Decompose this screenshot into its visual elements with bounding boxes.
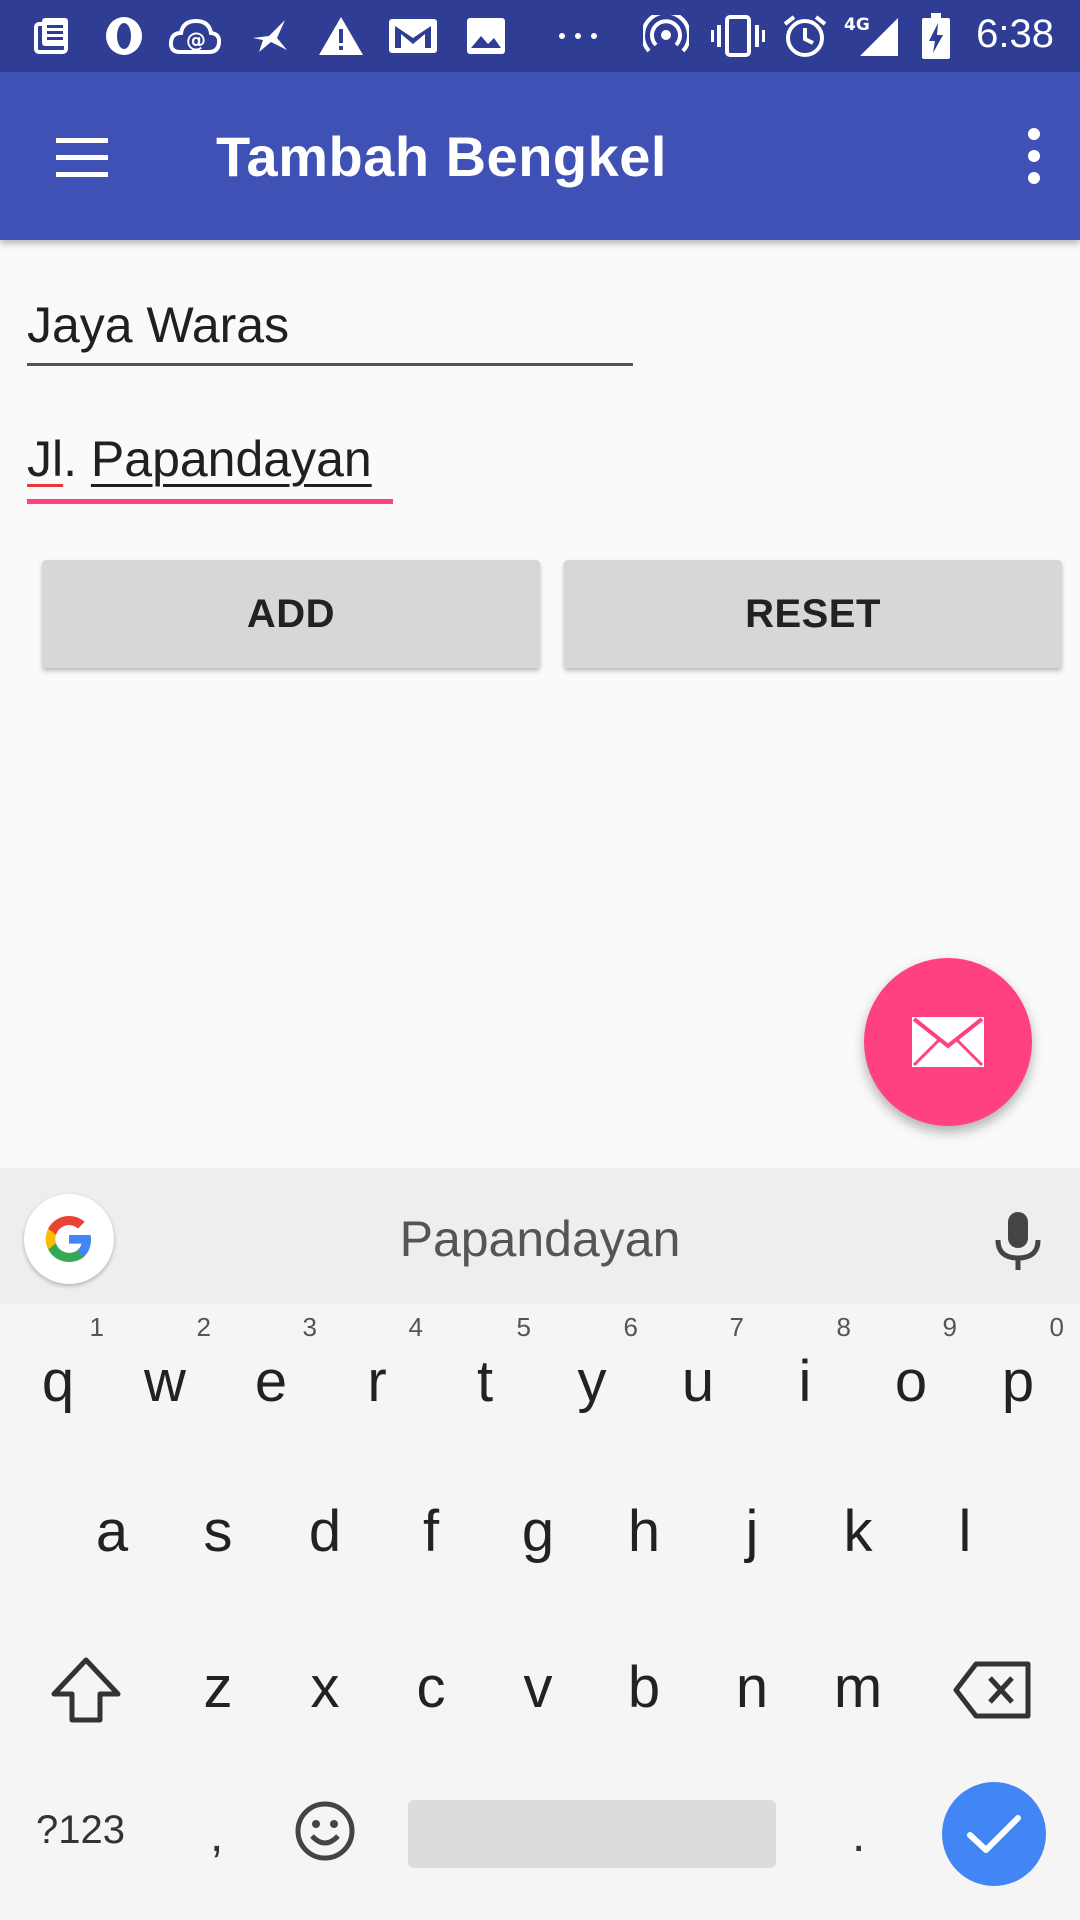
comma-key[interactable]: , [210,1808,223,1863]
cloud-icon: @ [168,14,222,58]
opera-icon [102,14,146,58]
backspace-key[interactable] [952,1660,1032,1720]
network-type-label: 4G [844,15,870,35]
period-key[interactable]: . [852,1808,865,1863]
key-s[interactable]: s [178,1498,258,1565]
status-bar: @ 4G 6:38 [0,0,1080,72]
key-e[interactable]: e3 [231,1312,317,1415]
svg-text:@: @ [186,28,206,52]
bengkel-address-field[interactable]: Jl. Papandayan [27,430,393,504]
emoji-key[interactable] [294,1800,356,1862]
key-y[interactable]: y6 [552,1312,639,1415]
vibrate-icon [710,14,766,58]
mail-icon [912,1017,984,1067]
overflow-menu-icon[interactable] [1018,128,1050,184]
hamburger-menu-icon[interactable] [52,136,112,180]
more-dots-icon [556,14,600,58]
news-icon [30,14,74,58]
bird-icon [248,14,292,58]
key-m[interactable]: m [818,1654,898,1721]
space-key[interactable] [408,1800,776,1868]
shift-key[interactable] [50,1654,122,1726]
suggestion-bar: Papandayan [0,1168,1080,1304]
email-fab[interactable] [864,958,1032,1126]
add-button[interactable]: ADD [42,560,540,668]
key-o[interactable]: o9 [871,1312,957,1415]
key-b[interactable]: b [604,1654,684,1721]
hotspot-icon [642,14,690,58]
key-z[interactable]: z [178,1654,258,1721]
key-u[interactable]: u7 [658,1312,744,1415]
signal-icon: 4G [842,14,902,58]
status-time: 6:38 [976,12,1054,56]
backspace-icon [953,1661,1031,1719]
key-l[interactable]: l [925,1498,1005,1565]
page-title: Tambah Bengkel [216,125,667,188]
key-w[interactable]: w2 [125,1312,211,1415]
key-h[interactable]: h [604,1498,684,1565]
key-f[interactable]: f [391,1498,471,1565]
key-j[interactable]: j [712,1498,792,1565]
bengkel-name-input[interactable] [27,296,633,354]
key-p[interactable]: p0 [978,1312,1064,1415]
key-n[interactable]: n [712,1654,792,1721]
key-i[interactable]: i8 [765,1312,851,1415]
enter-key[interactable] [942,1782,1046,1886]
key-v[interactable]: v [498,1654,578,1721]
checkmark-icon [967,1815,1021,1853]
address-text[interactable]: Jl. Papandayan [27,431,372,487]
warning-icon [318,14,364,58]
address-prefix-text: Jl [27,431,64,487]
mail-icon [386,14,440,58]
microphone-icon[interactable] [992,1210,1044,1274]
emoji-icon [295,1801,355,1861]
symbols-key[interactable]: ?123 [36,1808,125,1853]
key-x[interactable]: x [285,1654,365,1721]
shift-icon [51,1657,121,1723]
key-q[interactable]: q1 [18,1312,104,1415]
address-rest-text: Papandayan [90,431,372,487]
key-d[interactable]: d [285,1498,365,1565]
key-r[interactable]: r4 [337,1312,423,1415]
bengkel-name-field[interactable] [27,296,633,366]
key-g[interactable]: g [498,1498,578,1565]
image-icon [464,14,508,58]
key-k[interactable]: k [818,1498,898,1565]
app-toolbar: Tambah Bengkel [0,72,1080,240]
alarm-icon [782,14,828,58]
key-c[interactable]: c [391,1654,471,1721]
reset-button[interactable]: RESET [564,560,1062,668]
key-t[interactable]: t5 [445,1312,531,1415]
battery-charging-icon [920,13,952,59]
key-a[interactable]: a [72,1498,152,1565]
word-suggestion[interactable]: Papandayan [0,1210,1080,1268]
